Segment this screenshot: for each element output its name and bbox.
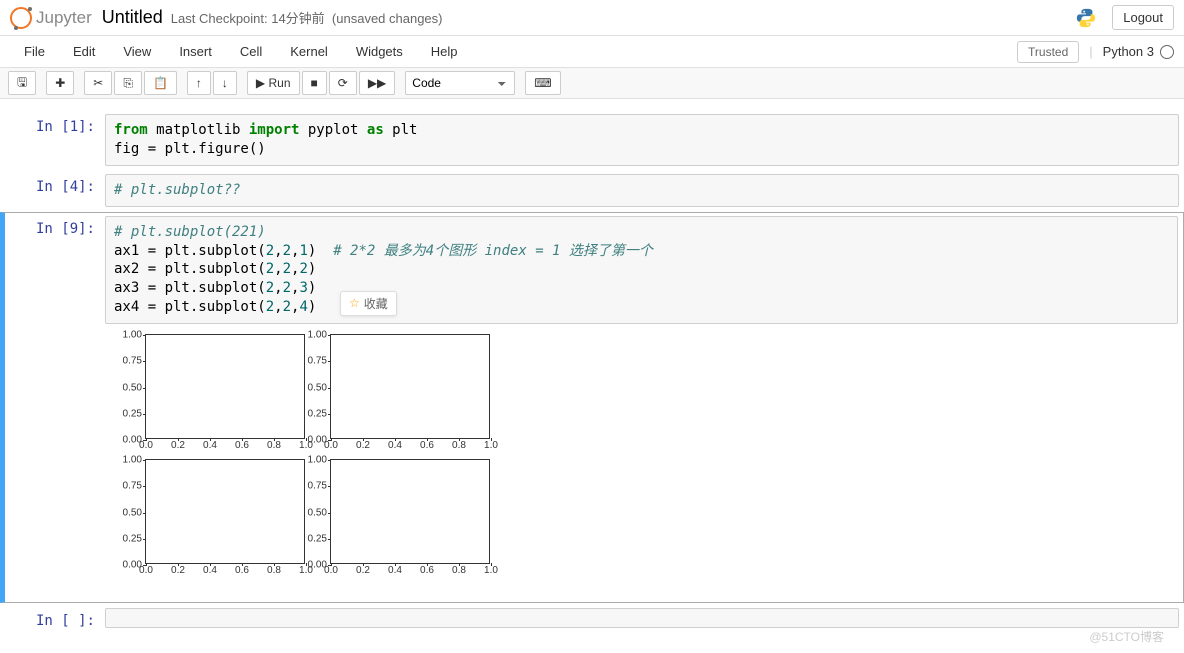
cut-button[interactable]: ✂ — [84, 71, 112, 95]
paste-button[interactable]: 📋 — [144, 71, 177, 95]
subplot-4: 0.000.250.500.751.000.00.20.40.60.81.0 — [330, 459, 490, 564]
input-prompt: In [ ]: — [5, 608, 105, 634]
jupyter-logo[interactable]: Jupyter — [10, 7, 92, 29]
arrow-down-icon: ↓ — [222, 76, 228, 90]
move-up-button[interactable]: ↑ — [187, 71, 211, 95]
code-editor[interactable] — [105, 608, 1179, 628]
restart-run-all-button[interactable]: ▶▶ — [359, 71, 395, 95]
move-down-button[interactable]: ↓ — [213, 71, 237, 95]
toolbar: 🖫 ✚ ✂ ⎘ 📋 ↑ ↓ ▶ Run ■ ⟳ ▶▶ Code ⌨ — [0, 68, 1184, 99]
subplot-output: 0.000.250.500.751.000.00.20.40.60.81.00.… — [105, 329, 515, 594]
notebook-title[interactable]: Untitled — [102, 7, 163, 28]
restart-button[interactable]: ⟳ — [329, 71, 357, 95]
save-icon: 🖫 — [17, 73, 27, 94]
jupyter-logo-text: Jupyter — [36, 8, 92, 28]
restart-icon: ⟳ — [338, 76, 348, 90]
code-editor[interactable]: # plt.subplot?? — [105, 174, 1179, 207]
star-icon: ☆ — [349, 296, 360, 310]
arrow-up-icon: ↑ — [196, 76, 202, 90]
bookmark-button[interactable]: ☆ 收藏 — [340, 291, 397, 316]
menu-view[interactable]: View — [109, 38, 165, 65]
menu-widgets[interactable]: Widgets — [342, 38, 417, 65]
checkpoint-text: Last Checkpoint: 14分钟前 (unsaved changes) — [171, 8, 443, 27]
fast-forward-icon: ▶▶ — [368, 76, 386, 90]
plus-icon: ✚ — [55, 76, 65, 90]
run-button[interactable]: ▶ Run — [247, 71, 300, 95]
menubar: File Edit View Insert Cell Kernel Widget… — [0, 36, 1184, 68]
copy-icon: ⎘ — [123, 76, 133, 91]
command-palette-button[interactable]: ⌨ — [525, 71, 560, 95]
cell-type-select[interactable]: Code — [405, 71, 515, 95]
python-logo-icon — [1075, 7, 1097, 29]
paste-icon: 📋 — [153, 76, 168, 90]
copy-button[interactable]: ⎘ — [114, 71, 142, 95]
notebook-header: Jupyter Untitled Last Checkpoint: 14分钟前 … — [0, 0, 1184, 36]
menu-kernel[interactable]: Kernel — [276, 38, 342, 65]
subplot-2: 0.000.250.500.751.000.00.20.40.60.81.0 — [330, 334, 490, 439]
kernel-indicator[interactable]: Python 3 — [1103, 44, 1174, 59]
stop-button[interactable]: ■ — [302, 71, 327, 95]
input-prompt: In [1]: — [5, 114, 105, 166]
notebook-container: In [1]: from matplotlib import pyplot as… — [0, 99, 1184, 649]
menu-cell[interactable]: Cell — [226, 38, 276, 65]
jupyter-logo-icon — [10, 7, 32, 29]
stop-icon: ■ — [311, 76, 318, 90]
code-cell[interactable]: In [ ]: — [0, 605, 1184, 637]
play-icon: ▶ — [256, 76, 265, 90]
add-cell-button[interactable]: ✚ — [46, 71, 74, 95]
trusted-indicator[interactable]: Trusted — [1017, 41, 1079, 63]
code-cell[interactable]: In [1]: from matplotlib import pyplot as… — [0, 111, 1184, 169]
input-prompt: In [9]: — [5, 216, 105, 599]
menu-file[interactable]: File — [10, 38, 59, 65]
menu-edit[interactable]: Edit — [59, 38, 109, 65]
logout-button[interactable]: Logout — [1112, 5, 1174, 30]
code-cell[interactable]: In [4]: # plt.subplot?? — [0, 171, 1184, 210]
code-editor[interactable]: # plt.subplot(221) ax1 = plt.subplot(2,2… — [105, 216, 1178, 324]
keyboard-icon: ⌨ — [534, 76, 551, 90]
subplot-3: 0.000.250.500.751.000.00.20.40.60.81.0 — [145, 459, 305, 564]
code-editor[interactable]: from matplotlib import pyplot as plt fig… — [105, 114, 1179, 166]
save-button[interactable]: 🖫 — [8, 71, 36, 95]
cell-output: 0.000.250.500.751.000.00.20.40.60.81.00.… — [105, 324, 1178, 599]
menu-insert[interactable]: Insert — [165, 38, 226, 65]
subplot-1: 0.000.250.500.751.000.00.20.40.60.81.0 — [145, 334, 305, 439]
code-cell-selected[interactable]: In [9]: # plt.subplot(221) ax1 = plt.sub… — [0, 212, 1184, 603]
menu-help[interactable]: Help — [417, 38, 472, 65]
input-prompt: In [4]: — [5, 174, 105, 207]
kernel-status-icon — [1160, 45, 1174, 59]
watermark-text: @51CTO博客 — [1089, 628, 1164, 645]
scissors-icon: ✂ — [93, 76, 103, 90]
